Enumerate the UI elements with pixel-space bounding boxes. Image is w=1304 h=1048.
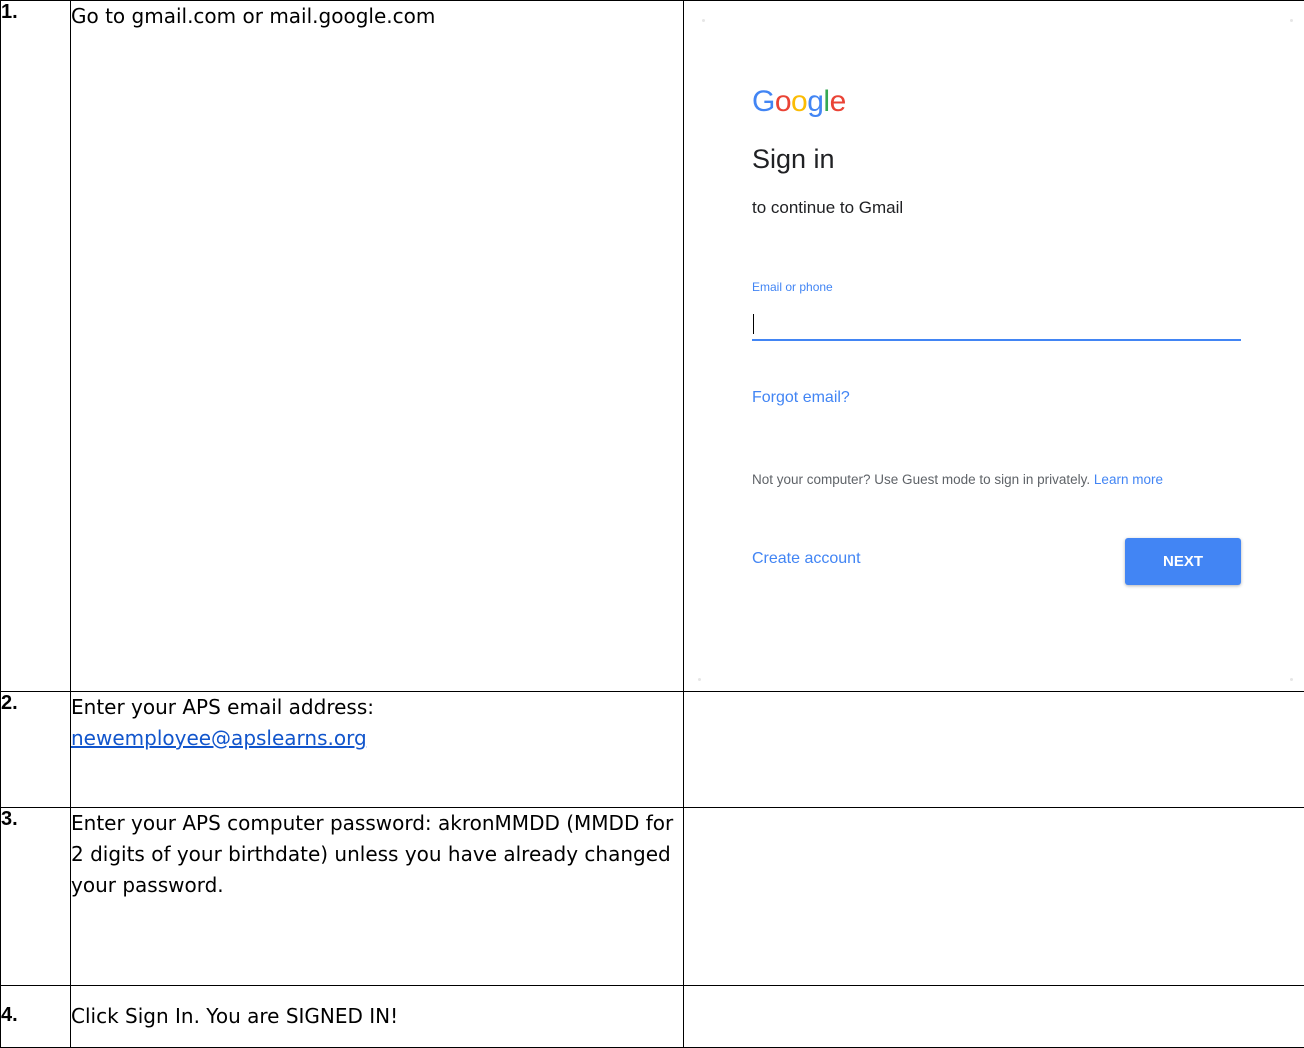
google-logo-letter: o	[791, 85, 807, 119]
step-text: Go to gmail.com or mail.google.com	[71, 1, 684, 692]
corner-mark	[1290, 678, 1293, 681]
step-empty-cell	[684, 986, 1304, 1048]
forgot-email-link[interactable]: Forgot email?	[752, 389, 850, 407]
step-screenshot-cell: Google Sign in to continue to Gmail Emai…	[684, 1, 1304, 692]
next-button[interactable]: NEXT	[1125, 538, 1241, 585]
corner-mark	[698, 678, 701, 681]
step-row: 3. Enter your APS computer password: akr…	[1, 808, 1304, 986]
step-empty-cell	[684, 692, 1304, 808]
google-logo-letter: G	[752, 85, 775, 119]
email-field[interactable]	[752, 309, 1241, 341]
learn-more-link[interactable]: Learn more	[1094, 472, 1163, 487]
step-empty-cell	[684, 808, 1304, 986]
corner-mark	[1290, 19, 1293, 22]
step-row: 2. Enter your APS email address: newempl…	[1, 692, 1304, 808]
step-number: 3.	[1, 808, 71, 986]
text-cursor	[753, 314, 754, 334]
step-row: 1. Go to gmail.com or mail.google.com Go…	[1, 1, 1304, 692]
step-text-line: Enter your APS email address:	[71, 692, 683, 723]
guest-mode-note: Not your computer? Use Guest mode to sig…	[752, 472, 1163, 487]
corner-mark	[702, 19, 705, 22]
email-field-label: Email or phone	[752, 280, 833, 294]
email-address-link[interactable]: newemployee@apslearns.org	[71, 726, 367, 750]
step-row: 4. Click Sign In. You are SIGNED IN!	[1, 986, 1304, 1048]
step-text: Enter your APS email address: newemploye…	[71, 692, 684, 808]
google-logo-letter: e	[830, 85, 846, 119]
google-signin-screenshot: Google Sign in to continue to Gmail Emai…	[684, 1, 1303, 691]
signin-title: Sign in	[752, 144, 835, 175]
step-text: Enter your APS computer password: akronM…	[71, 808, 684, 986]
guest-note-text: Not your computer? Use Guest mode to sig…	[752, 472, 1090, 487]
signin-subtitle: to continue to Gmail	[752, 198, 903, 218]
step-text: Click Sign In. You are SIGNED IN!	[71, 986, 684, 1048]
google-logo: Google	[752, 85, 846, 119]
google-logo-letter: o	[775, 85, 791, 119]
create-account-link[interactable]: Create account	[752, 550, 861, 568]
google-logo-letter: g	[807, 85, 823, 119]
step-number: 2.	[1, 692, 71, 808]
instructions-table: 1. Go to gmail.com or mail.google.com Go…	[0, 0, 1304, 1048]
step-number: 1.	[1, 1, 71, 692]
step-number: 4.	[1, 986, 71, 1048]
